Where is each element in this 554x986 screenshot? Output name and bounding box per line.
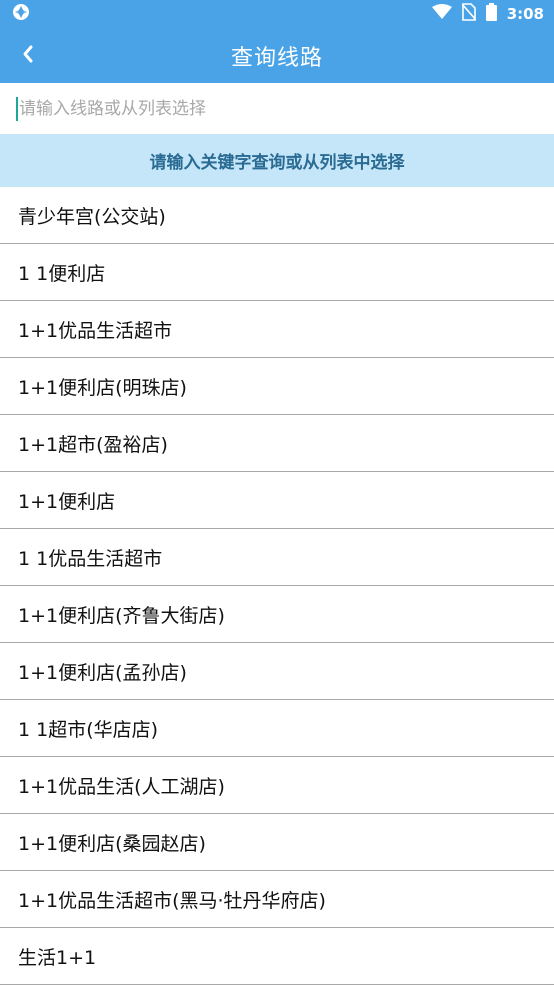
status-left <box>12 3 30 25</box>
wifi-icon <box>431 4 452 24</box>
page-title: 查询线路 <box>230 45 323 71</box>
list-item[interactable]: 生活1+1 <box>0 928 554 985</box>
list-item[interactable]: 1+1便利店(明珠店) <box>0 358 554 415</box>
app-notification-icon <box>12 3 30 25</box>
route-search-input[interactable] <box>19 98 519 119</box>
list-item[interactable]: 1+1便利店(齐鲁大街店) <box>0 586 554 643</box>
chevron-left-icon <box>21 44 35 68</box>
list-item[interactable]: 1 1优品生活超市 <box>0 529 554 586</box>
list-item[interactable]: 1+1便利店 <box>0 472 554 529</box>
battery-icon <box>485 3 497 25</box>
list-item[interactable]: 1+1优品生活(人工湖店) <box>0 757 554 814</box>
list-item[interactable]: 1+1便利店(桑园赵店) <box>0 814 554 871</box>
no-sim-icon <box>461 3 477 25</box>
back-button[interactable] <box>6 28 50 83</box>
status-time: 3:08 <box>506 5 544 23</box>
text-caret <box>16 96 18 121</box>
list-item[interactable]: 1 1超市(华店店) <box>0 700 554 757</box>
app-bar: 查询线路 <box>0 28 554 83</box>
list-item[interactable]: 1+1超市(盈裕店) <box>0 415 554 472</box>
list-item[interactable]: 青少年宫(公交站) <box>0 187 554 244</box>
stop-list: 青少年宫(公交站) 1 1便利店 1+1优品生活超市 1+1便利店(明珠店) 1+1超市… <box>0 187 554 986</box>
status-bar: 3:08 <box>0 0 554 28</box>
status-right: 3:08 <box>431 3 544 25</box>
list-item[interactable]: 1+1优品生活超市 <box>0 301 554 358</box>
list-item[interactable]: 1+1优品生活超市(黑马·牡丹华府店) <box>0 871 554 928</box>
hint-banner: 请输入关键字查询或从列表中选择 <box>0 134 554 187</box>
list-item[interactable]: 1+1便利店(孟孙店) <box>0 643 554 700</box>
list-item[interactable]: 1 1便利店 <box>0 244 554 301</box>
search-row <box>0 83 554 134</box>
